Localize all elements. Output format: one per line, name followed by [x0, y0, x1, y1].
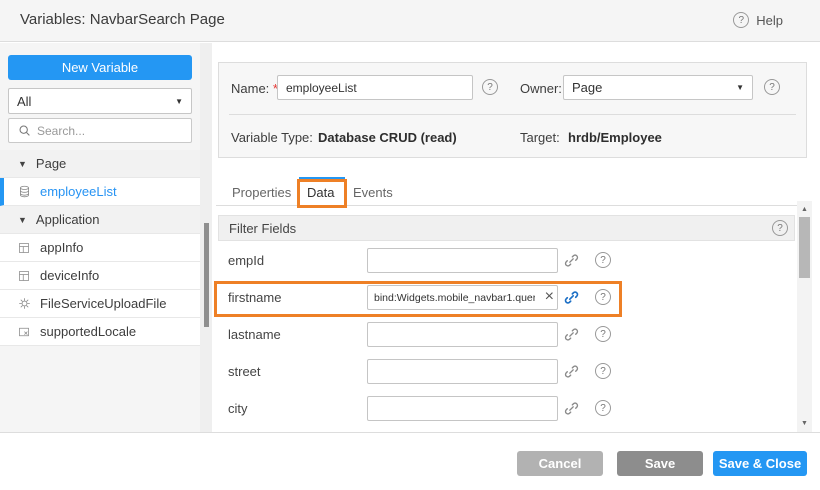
field-help-icon[interactable]: ? [595, 289, 611, 305]
variable-type-value: Database CRUD (read) [318, 130, 457, 145]
variable-summary-card: Name: * ? Owner: * Page ▼ ? Variable Typ… [218, 62, 807, 158]
field-label: empId [228, 253, 264, 268]
tab-properties[interactable]: Properties [232, 180, 291, 206]
sidebar-scrollbar-track[interactable] [200, 43, 212, 432]
filter-fields-header: Filter Fields ? [218, 215, 795, 241]
target-value: hrdb/Employee [568, 130, 662, 145]
empid-input[interactable] [367, 248, 558, 273]
city-input[interactable] [367, 396, 558, 421]
search-icon [17, 124, 31, 137]
tree-item-label: employeeList [40, 184, 117, 199]
gear-icon [17, 297, 31, 310]
sidebar-scrollbar-thumb[interactable] [204, 223, 209, 327]
variable-detail-panel: Name: * ? Owner: * Page ▼ ? Variable Typ… [212, 43, 820, 432]
target-label: Target: [520, 130, 560, 145]
tree-group-page[interactable]: ▼ Page [0, 150, 200, 178]
save-button[interactable]: Save [617, 451, 703, 476]
type-filter-value: All [17, 94, 31, 109]
table-icon [17, 270, 31, 282]
locale-doc-icon [17, 326, 31, 338]
bind-link-icon-active[interactable] [564, 290, 579, 305]
filter-fields-title: Filter Fields [229, 221, 296, 236]
bind-link-icon[interactable] [564, 253, 579, 268]
tree-item-label: appInfo [40, 240, 83, 255]
variable-search-box[interactable] [8, 118, 192, 143]
filter-field-row-lastname: lastname ? [218, 322, 795, 347]
tree-item-supportedlocale[interactable]: supportedLocale [0, 318, 200, 346]
filter-field-row-empid: empId ? [218, 248, 795, 273]
save-and-close-button[interactable]: Save & Close [713, 451, 807, 476]
field-label: city [228, 401, 248, 416]
tree-item-deviceinfo[interactable]: deviceInfo [0, 262, 200, 290]
owner-help-icon[interactable]: ? [764, 79, 780, 95]
chevron-down-icon: ▼ [175, 97, 183, 106]
field-help-icon[interactable]: ? [595, 400, 611, 416]
tree-item-employeelist[interactable]: employeeList [0, 178, 200, 206]
variables-dialog: Variables: NavbarSearch Page ? Help New … [0, 0, 820, 490]
content-scrollbar-track[interactable]: ▲ ▼ [797, 201, 812, 432]
caret-down-icon: ▼ [18, 215, 27, 225]
name-help-icon[interactable]: ? [482, 79, 498, 95]
dialog-title: Variables: NavbarSearch Page [20, 11, 225, 28]
variable-type-filter-dropdown[interactable]: All ▼ [8, 88, 192, 114]
tree-group-label: Page [36, 156, 66, 171]
cancel-button[interactable]: Cancel [517, 451, 603, 476]
help-question-icon: ? [733, 12, 749, 28]
bind-link-icon[interactable] [564, 401, 579, 416]
clear-binding-icon[interactable]: × [545, 286, 554, 308]
detail-tabs: Properties Data Events [216, 180, 812, 206]
caret-down-icon: ▼ [18, 159, 27, 169]
field-help-icon[interactable]: ? [595, 363, 611, 379]
tree-item-label: supportedLocale [40, 324, 136, 339]
variable-type-label: Variable Type: [231, 130, 313, 145]
tree-item-label: deviceInfo [40, 268, 99, 283]
help-button[interactable]: ? Help [733, 12, 783, 28]
lastname-input[interactable] [367, 322, 558, 347]
content-scrollbar-thumb[interactable] [799, 217, 810, 278]
tree-group-label: Application [36, 212, 100, 227]
new-variable-button[interactable]: New Variable [8, 55, 192, 80]
owner-value: Page [572, 80, 602, 95]
database-icon [17, 185, 31, 198]
name-label: Name: * [231, 81, 278, 96]
field-label: lastname [228, 327, 281, 342]
filter-field-row-street: street ? [218, 359, 795, 384]
firstname-input[interactable] [367, 285, 558, 310]
filter-field-row-city: city ? [218, 396, 795, 421]
dialog-footer: Cancel Save Save & Close [0, 432, 820, 490]
title-bar: Variables: NavbarSearch Page ? Help [0, 0, 820, 42]
field-label: street [228, 364, 261, 379]
filter-fields-help-icon[interactable]: ? [772, 220, 788, 236]
card-divider [229, 114, 796, 115]
variables-sidebar: New Variable All ▼ ▼ Page employeeList [0, 43, 200, 432]
tab-events[interactable]: Events [353, 180, 393, 206]
tree-item-fileserviceuploadfile[interactable]: FileServiceUploadFile [0, 290, 200, 318]
street-input[interactable] [367, 359, 558, 384]
variables-tree: ▼ Page employeeList ▼ Application appInf… [0, 150, 200, 346]
bind-link-icon[interactable] [564, 364, 579, 379]
tree-item-label: FileServiceUploadFile [40, 296, 166, 311]
field-label: firstname [228, 290, 281, 305]
tab-data[interactable]: Data [307, 180, 334, 206]
owner-dropdown[interactable]: Page ▼ [563, 75, 753, 100]
tree-item-appinfo[interactable]: appInfo [0, 234, 200, 262]
help-label: Help [756, 13, 783, 28]
field-help-icon[interactable]: ? [595, 326, 611, 342]
tree-group-application[interactable]: ▼ Application [0, 206, 200, 234]
scroll-down-icon[interactable]: ▼ [797, 417, 812, 430]
search-input[interactable] [37, 124, 192, 138]
bind-link-icon[interactable] [564, 327, 579, 342]
filter-field-row-firstname: firstname × ? [218, 285, 795, 310]
name-field[interactable] [277, 75, 473, 100]
table-icon [17, 242, 31, 254]
scroll-up-icon[interactable]: ▲ [797, 203, 812, 216]
chevron-down-icon: ▼ [736, 83, 744, 92]
field-help-icon[interactable]: ? [595, 252, 611, 268]
